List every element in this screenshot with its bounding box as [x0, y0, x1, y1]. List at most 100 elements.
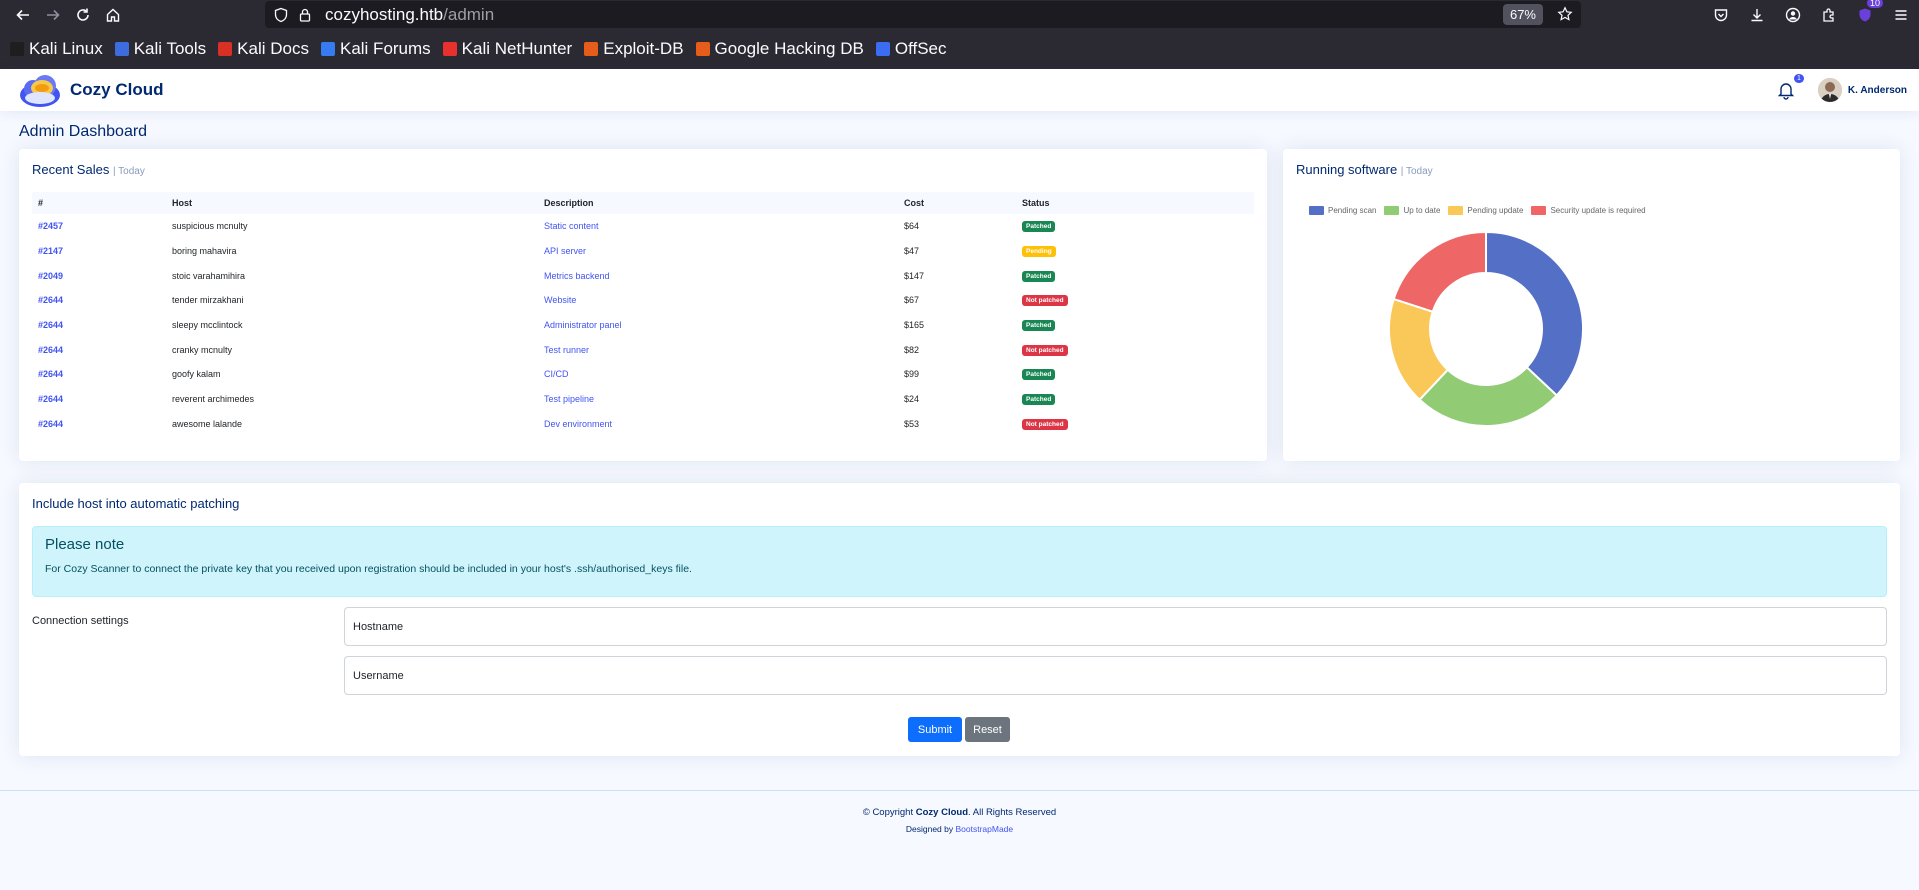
notifications-button[interactable]: 1: [1776, 74, 1804, 100]
bookmark-star-icon[interactable]: [1557, 6, 1573, 22]
order-id-link[interactable]: #2644: [38, 369, 63, 379]
cost-cell: $147: [904, 270, 925, 281]
zoom-indicator[interactable]: 67%: [1502, 4, 1543, 25]
home-button[interactable]: [98, 0, 128, 29]
pocket-button[interactable]: [1703, 0, 1739, 29]
legend-swatch: [1309, 206, 1324, 215]
submit-button[interactable]: Submit: [908, 717, 962, 742]
home-icon: [106, 8, 120, 22]
legend-item[interactable]: Pending scan: [1309, 206, 1376, 215]
order-id-link[interactable]: #2049: [38, 271, 63, 281]
url-host: cozyhosting.htb: [325, 4, 444, 24]
order-id-link[interactable]: #2457: [38, 221, 63, 231]
order-id-link[interactable]: #2644: [38, 320, 63, 330]
table-row: #2644 tender mirzakhani Website $67 Not patc…: [32, 288, 1254, 313]
cost-cell: $99: [904, 369, 920, 380]
legend-label: Pending scan: [1328, 206, 1377, 215]
brand-logo-link[interactable]: Cozy Cloud: [18, 71, 164, 109]
legend-item[interactable]: Security update is required: [1531, 206, 1646, 215]
user-avatar[interactable]: [1817, 78, 1842, 102]
table-row: #2644 cranky mcnulty Test runner $82 Not pat…: [32, 337, 1254, 362]
table-body: #2457 suspicious mcnulty Static content $64…: [32, 214, 1254, 436]
legend-item[interactable]: Up to date: [1384, 206, 1440, 215]
app-header: Cozy Cloud 1 K. Anderson: [0, 69, 1919, 111]
order-id-link[interactable]: #2644: [38, 419, 63, 429]
description-link[interactable]: API server: [544, 246, 586, 256]
designer-link[interactable]: BootstrapMade: [955, 824, 1013, 834]
order-id-link[interactable]: #2644: [38, 345, 63, 355]
bookmark-offsec[interactable]: OffSec: [875, 39, 947, 59]
host-cell: reverent archimedes: [172, 394, 255, 405]
description-link[interactable]: Dev environment: [544, 419, 612, 429]
arrow-left-icon: [16, 9, 29, 20]
table-row: #2049 stoic varahamihira Metrics backend $1…: [32, 263, 1254, 288]
bookmark-google-hacking-db[interactable]: Google Hacking DB: [695, 39, 864, 59]
bookmark-kali-forums[interactable]: Kali Forums: [320, 39, 431, 59]
legend-item[interactable]: Pending update: [1448, 206, 1523, 215]
status-badge: Patched: [1022, 394, 1056, 406]
donut-slice-security-update-is-required[interactable]: [1392, 230, 1487, 313]
host-cell: stoic varahamihira: [172, 270, 246, 281]
description-link[interactable]: Test runner: [544, 345, 589, 355]
col-header-host: Host: [172, 198, 192, 208]
description-link[interactable]: CI/CD: [544, 369, 569, 379]
exploit-db-icon: [584, 42, 599, 56]
extensions-button[interactable]: [1811, 0, 1847, 29]
bell-icon: [1777, 83, 1795, 100]
status-badge: Patched: [1022, 270, 1056, 282]
header-right: 1 K. Anderson: [1776, 69, 1907, 111]
user-name[interactable]: K. Anderson: [1848, 85, 1907, 96]
bookmark-exploit-db[interactable]: Exploit-DB: [584, 39, 684, 59]
status-badge: Patched: [1022, 320, 1056, 332]
legend-swatch: [1531, 206, 1547, 215]
lock-icon[interactable]: [297, 7, 313, 23]
brand-name: Cozy Cloud: [70, 80, 164, 99]
forward-button[interactable]: [38, 0, 68, 29]
host-cell: goofy kalam: [172, 369, 221, 380]
patching-title: Include host into automatic patching: [32, 496, 240, 511]
reset-button[interactable]: Reset: [965, 717, 1010, 742]
downloads-button[interactable]: [1739, 0, 1775, 29]
extension-shield-button[interactable]: 10: [1847, 0, 1884, 29]
bookmark-kali-nethunter[interactable]: Kali NetHunter: [442, 39, 572, 59]
bookmarks-bar: Kali Linux Kali Tools Kali Docs Kali For…: [0, 29, 1919, 69]
description-link[interactable]: Metrics backend: [544, 271, 610, 281]
info-alert: Please note For Cozy Scanner to connect …: [32, 526, 1887, 597]
toolbar-right: 10: [1703, 0, 1919, 29]
table-header: # Host Description Cost Status: [32, 192, 1254, 214]
description-link[interactable]: Static content: [544, 221, 599, 231]
shield-icon[interactable]: [273, 7, 289, 23]
donut-slice-pending-scan[interactable]: [1485, 230, 1584, 397]
table-row: #2147 boring mahavira API server $47 Pending: [32, 239, 1254, 264]
table-row: #2644 awesome lalande Dev environment $53 No…: [32, 412, 1254, 437]
order-id-link[interactable]: #2644: [38, 394, 63, 404]
description-link[interactable]: Test pipeline: [544, 394, 594, 404]
copyright-brand: Cozy Cloud: [915, 807, 968, 818]
order-id-link[interactable]: #2147: [38, 246, 63, 256]
browser-toolbar: cozyhosting.htb/admin 67% 10: [0, 0, 1919, 29]
order-id-link[interactable]: #2644: [38, 295, 63, 305]
hostname-input[interactable]: [344, 607, 1887, 646]
description-link[interactable]: Website: [544, 295, 576, 305]
bookmark-kali-docs[interactable]: Kali Docs: [218, 39, 309, 59]
username-input[interactable]: [344, 656, 1887, 695]
legend-label: Security update is required: [1550, 206, 1646, 215]
running-software-card: Running software | Today Pending scan Up …: [1283, 149, 1900, 461]
url-bar[interactable]: cozyhosting.htb/admin 67%: [265, 1, 1581, 28]
kali-docs-icon: [218, 42, 233, 56]
account-button[interactable]: [1775, 0, 1811, 29]
reload-button[interactable]: [68, 0, 98, 29]
cost-cell: $64: [904, 221, 920, 232]
col-header-status: Status: [1022, 198, 1050, 208]
host-cell: sleepy mcclintock: [172, 320, 243, 331]
back-button[interactable]: [8, 0, 38, 29]
bookmark-kali-tools[interactable]: Kali Tools: [114, 39, 206, 59]
description-link[interactable]: Administrator panel: [544, 320, 622, 330]
bookmark-kali-linux[interactable]: Kali Linux: [10, 39, 103, 59]
menu-button[interactable]: [1883, 0, 1919, 29]
table-row: #2644 goofy kalam CI/CD $99 Patched: [32, 362, 1254, 387]
offsec-icon: [875, 42, 890, 56]
legend-label: Up to date: [1403, 206, 1441, 215]
status-badge: Not patched: [1022, 295, 1068, 307]
recent-sales-card: Recent Sales | Today # Host Description …: [19, 149, 1267, 461]
